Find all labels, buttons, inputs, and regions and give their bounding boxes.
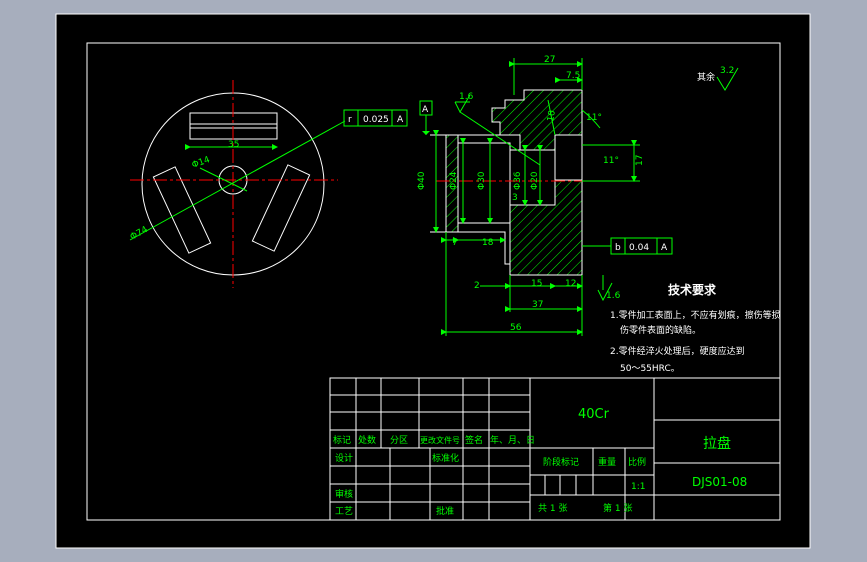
- tb-drawing-number: DJS01-08: [692, 475, 747, 489]
- dim-12: 12: [565, 279, 576, 289]
- dim-37: 37: [532, 300, 543, 310]
- tb-part-name: 拉盘: [703, 435, 731, 452]
- dim-18: 18: [482, 238, 494, 248]
- tb-material: 40Cr: [578, 407, 610, 422]
- tb-standardization: 标准化: [432, 452, 459, 464]
- tech-item-4: 50～55HRC。: [620, 364, 680, 374]
- dim-35: 35: [228, 140, 239, 150]
- dim-17: 17: [635, 155, 645, 166]
- tb-scale-label: 比例: [628, 456, 646, 468]
- dim-phi20: Φ20: [530, 171, 540, 190]
- svg-text:3.2: 3.2: [720, 66, 734, 76]
- svg-text:0.025: 0.025: [363, 115, 389, 125]
- dim-ang11-right: 11°: [603, 156, 619, 166]
- tb-hdr-zone: 分区: [390, 435, 408, 446]
- dim-56: 56: [510, 323, 522, 333]
- tb-scale: 1:1: [631, 482, 645, 492]
- tb-design: 设计: [335, 452, 353, 464]
- dim-phi30: Φ30: [477, 171, 487, 190]
- tb-hdr-change: 更改文件号: [420, 435, 460, 445]
- tech-item-2: 伤零件表面的缺陷。: [620, 324, 701, 336]
- tech-item-3: 2.零件经淬火处理后，硬度应达到: [610, 345, 745, 357]
- svg-text:b: b: [615, 243, 621, 253]
- svg-text:0.04: 0.04: [629, 243, 649, 253]
- tech-title: 技术要求: [668, 282, 717, 297]
- dim-phi24: Φ24: [449, 171, 459, 190]
- svg-text:A: A: [397, 115, 404, 125]
- datum-a: A: [422, 105, 429, 115]
- tb-review: 审核: [335, 488, 353, 500]
- tb-hdr-sign: 签名: [465, 434, 483, 446]
- tb-stage-mark: 阶段标记: [543, 456, 579, 468]
- dim-2: 2: [474, 281, 480, 291]
- tb-hdr-date: 年、月、日: [490, 434, 535, 446]
- roughness-1-6-left: 1.6: [459, 92, 474, 102]
- tb-hdr-mark: 标记: [333, 434, 351, 446]
- svg-text:A: A: [661, 243, 668, 253]
- roughness-1-6-bottom: 1.6: [606, 291, 621, 301]
- tb-hdr-count: 处数: [358, 434, 376, 446]
- tb-sheets-total: 共 1 张: [538, 503, 567, 514]
- dim-phi40: Φ40: [417, 171, 427, 190]
- svg-text:r: r: [348, 115, 352, 125]
- tb-approve: 批准: [436, 505, 454, 517]
- cad-drawing: 35 Φ14 Φ74 r 0.025 A A 27 7.5 10 11° 11°…: [55, 13, 811, 549]
- drawing-sheet: [55, 13, 811, 549]
- dim-15: 15: [531, 279, 542, 289]
- tech-item-1: 1.零件加工表面上，不应有划痕，擦伤等损: [610, 309, 781, 321]
- tb-sheet-no: 第 1 张: [603, 502, 632, 514]
- dim-phi36: Φ36: [513, 171, 523, 190]
- tb-weight: 重量: [598, 456, 616, 468]
- dim-3: 3: [512, 193, 518, 203]
- dim-7-5: 7.5: [566, 71, 580, 81]
- dim-27: 27: [544, 55, 555, 65]
- tb-process: 工艺: [335, 506, 353, 517]
- svg-text:其余: 其余: [697, 71, 715, 83]
- dim-7: 7: [452, 238, 458, 248]
